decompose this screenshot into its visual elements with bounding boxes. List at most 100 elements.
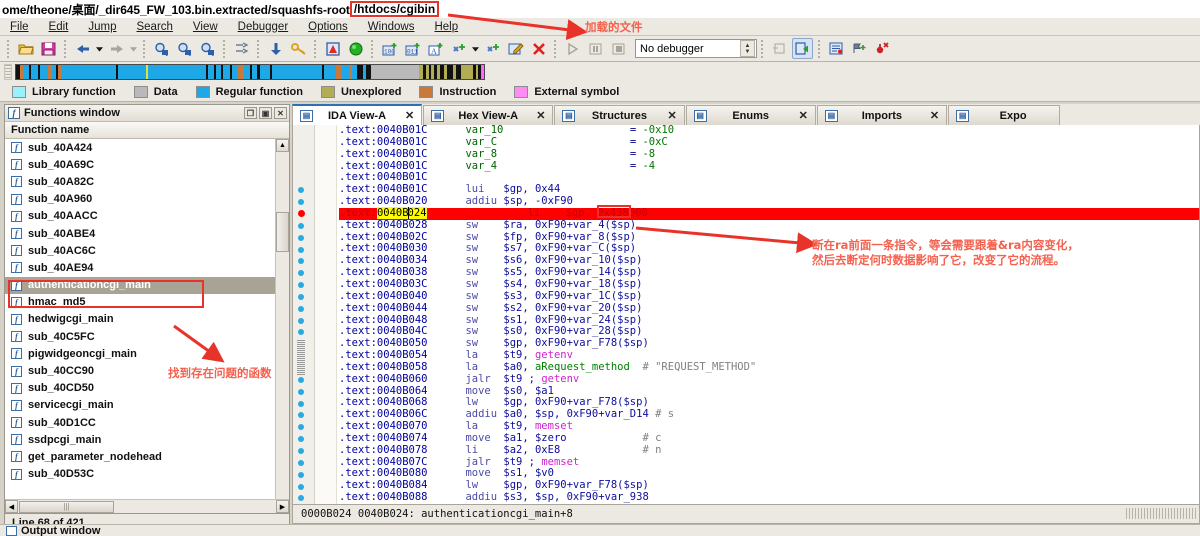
search-sequence-icon[interactable] [197,38,218,59]
green-circle-icon[interactable] [345,38,366,59]
output-window[interactable]: Output window [0,524,1200,536]
menu-windows[interactable]: Windows [358,20,425,34]
menu-options[interactable]: Options [298,20,358,34]
function-list-item[interactable]: f sub_40AC6C [5,242,275,259]
tab-close-icon[interactable]: ✕ [405,109,414,122]
search-text-icon[interactable] [174,38,195,59]
functions-vertical-scrollbar[interactable]: ▲ [275,139,289,499]
scroll-thumb[interactable] [276,212,289,252]
step-icon[interactable] [849,38,870,59]
function-icon: f [11,313,22,325]
function-list-item[interactable]: f sub_40A69C [5,156,275,173]
tab-hex-view-a[interactable]: ▤ Hex View-A ✕ [423,105,554,125]
forward-arrow-icon[interactable] [106,38,127,59]
function-list-item[interactable]: f hedwigcgi_main [5,311,275,328]
restore-icon[interactable]: ▣ [259,107,272,119]
step-into-disabled-icon[interactable] [769,38,790,59]
function-list-item[interactable]: f pigwidgeoncgi_main [5,345,275,362]
function-list-item[interactable]: f sub_40C5FC [5,328,275,345]
menu-debugger[interactable]: Debugger [228,20,299,34]
search-binary-icon[interactable] [151,38,172,59]
back-dropdown-icon[interactable] [95,38,104,59]
function-list-item[interactable]: f servicecgi_main [5,397,275,414]
hscroll-thumb[interactable]: ||| [19,500,114,513]
struct-dropdown-icon[interactable] [471,38,480,59]
struct-add-icon[interactable] [482,38,503,59]
tab-close-icon[interactable]: ✕ [667,109,676,122]
function-list-item[interactable]: f sub_40AACC [5,208,275,225]
status-scroll-grip[interactable] [1126,508,1196,519]
pause-icon[interactable] [585,38,606,59]
function-list-item[interactable]: f hmac_md5 [5,294,275,311]
menu-file[interactable]: File [0,20,39,34]
menu-jump[interactable]: Jump [78,20,126,34]
scroll-right-icon[interactable]: ▶ [276,500,289,513]
function-list-item[interactable]: f sub_40ABE4 [5,225,275,242]
function-list-item[interactable]: f get_parameter_nodehead [5,448,275,465]
menu-search[interactable]: Search [126,20,182,34]
tab-enums[interactable]: ▤ Enums ✕ [685,105,816,125]
function-list-item[interactable]: f sub_40D53C [5,466,275,483]
tab-close-icon[interactable]: ✕ [930,109,939,122]
save-icon[interactable] [38,38,59,59]
tab-ida-view-a[interactable]: ▤ IDA View-A ✕ [292,104,423,125]
jump-down-icon[interactable] [265,38,286,59]
forward-dropdown-icon[interactable] [129,38,138,59]
navigator-band[interactable]: ▼ [15,64,485,80]
start-process-icon[interactable] [792,38,813,59]
run-icon[interactable] [562,38,583,59]
function-name-label: servicecgi_main [28,399,114,412]
function-list-item[interactable]: f sub_40AE94 [5,259,275,276]
tab-structures[interactable]: ▤ Structures ✕ [554,105,685,125]
menu-edit[interactable]: Edit [39,20,79,34]
function-list-item[interactable]: f sub_40A82C [5,173,275,190]
menu-view[interactable]: View [183,20,228,34]
tab-imports[interactable]: ▤ Imports ✕ [816,105,948,125]
menu-help[interactable]: Help [424,20,468,34]
scroll-left-icon[interactable]: ◀ [5,500,18,513]
struct-plus-icon[interactable] [448,38,469,59]
function-list-item[interactable]: f sub_40CD50 [5,380,275,397]
function-list-item[interactable]: f sub_40A424 [5,139,275,156]
instruction-marker-icon [298,436,304,443]
tab-expo[interactable]: ▤ Expo [948,105,1061,125]
function-icon: f [11,262,22,274]
debugger-select[interactable]: No debugger ▲ ▼ [635,39,757,58]
back-arrow-icon[interactable] [72,38,93,59]
function-list-item[interactable]: f sub_40D1CC [5,414,275,431]
functions-horizontal-scrollbar[interactable]: ◀ ||| ▶ [5,499,289,513]
function-list-item[interactable]: f authenticationcgi_main [5,276,275,294]
breakpoint-marker-icon[interactable] [298,209,305,217]
breakpoint-list-icon[interactable] [826,38,847,59]
function-icon: f [11,434,22,446]
cross-reference-icon[interactable] [231,38,252,59]
debugger-select-spinner[interactable]: ▲ ▼ [740,40,755,57]
navigator-grip[interactable] [4,64,12,80]
disassembly-code[interactable]: .text:0040B01C var_10 = -0x10 .text:0040B… [339,125,1199,504]
tab-close-icon[interactable]: ✕ [799,109,808,122]
delete-icon[interactable] [528,38,549,59]
stop-icon[interactable] [608,38,629,59]
function-list-item[interactable]: f ssdpcgi_main [5,431,275,448]
maximize-icon[interactable]: ❐ [244,107,257,119]
scroll-up-icon[interactable]: ▲ [276,139,289,152]
open-file-icon[interactable] [15,38,36,59]
functions-column-header[interactable]: Function name [5,122,289,139]
disassembly-line[interactable]: .text:0040B01C var_4 = -4 [339,160,1199,173]
close-icon[interactable]: ✕ [274,107,287,119]
function-list-item[interactable]: f sub_40A960 [5,191,275,208]
warning-icon[interactable] [322,38,343,59]
functions-window-titlebar: f Functions window ❐ ▣ ✕ [5,105,289,122]
key-icon[interactable] [288,38,309,59]
ida-view-a-disassembly[interactable]: .text:0040B01C var_10 = -0x10 .text:0040B… [292,125,1200,505]
exports-icon: ▤ [956,109,970,122]
breakpoint-gutter[interactable] [293,125,315,504]
make-data-icon[interactable]: 011 [402,38,423,59]
delete-breakpoint-icon[interactable] [872,38,893,59]
tab-close-icon[interactable]: ✕ [536,109,545,122]
make-ascii-icon[interactable]: A [425,38,446,59]
functions-list[interactable]: f sub_40A424 f sub_40A69C f sub_40A82C f sub_40… [5,139,275,499]
edit-function-icon[interactable] [505,38,526,59]
function-list-item[interactable]: f sub_40CC90 [5,362,275,379]
make-code-icon[interactable]: 100 [379,38,400,59]
